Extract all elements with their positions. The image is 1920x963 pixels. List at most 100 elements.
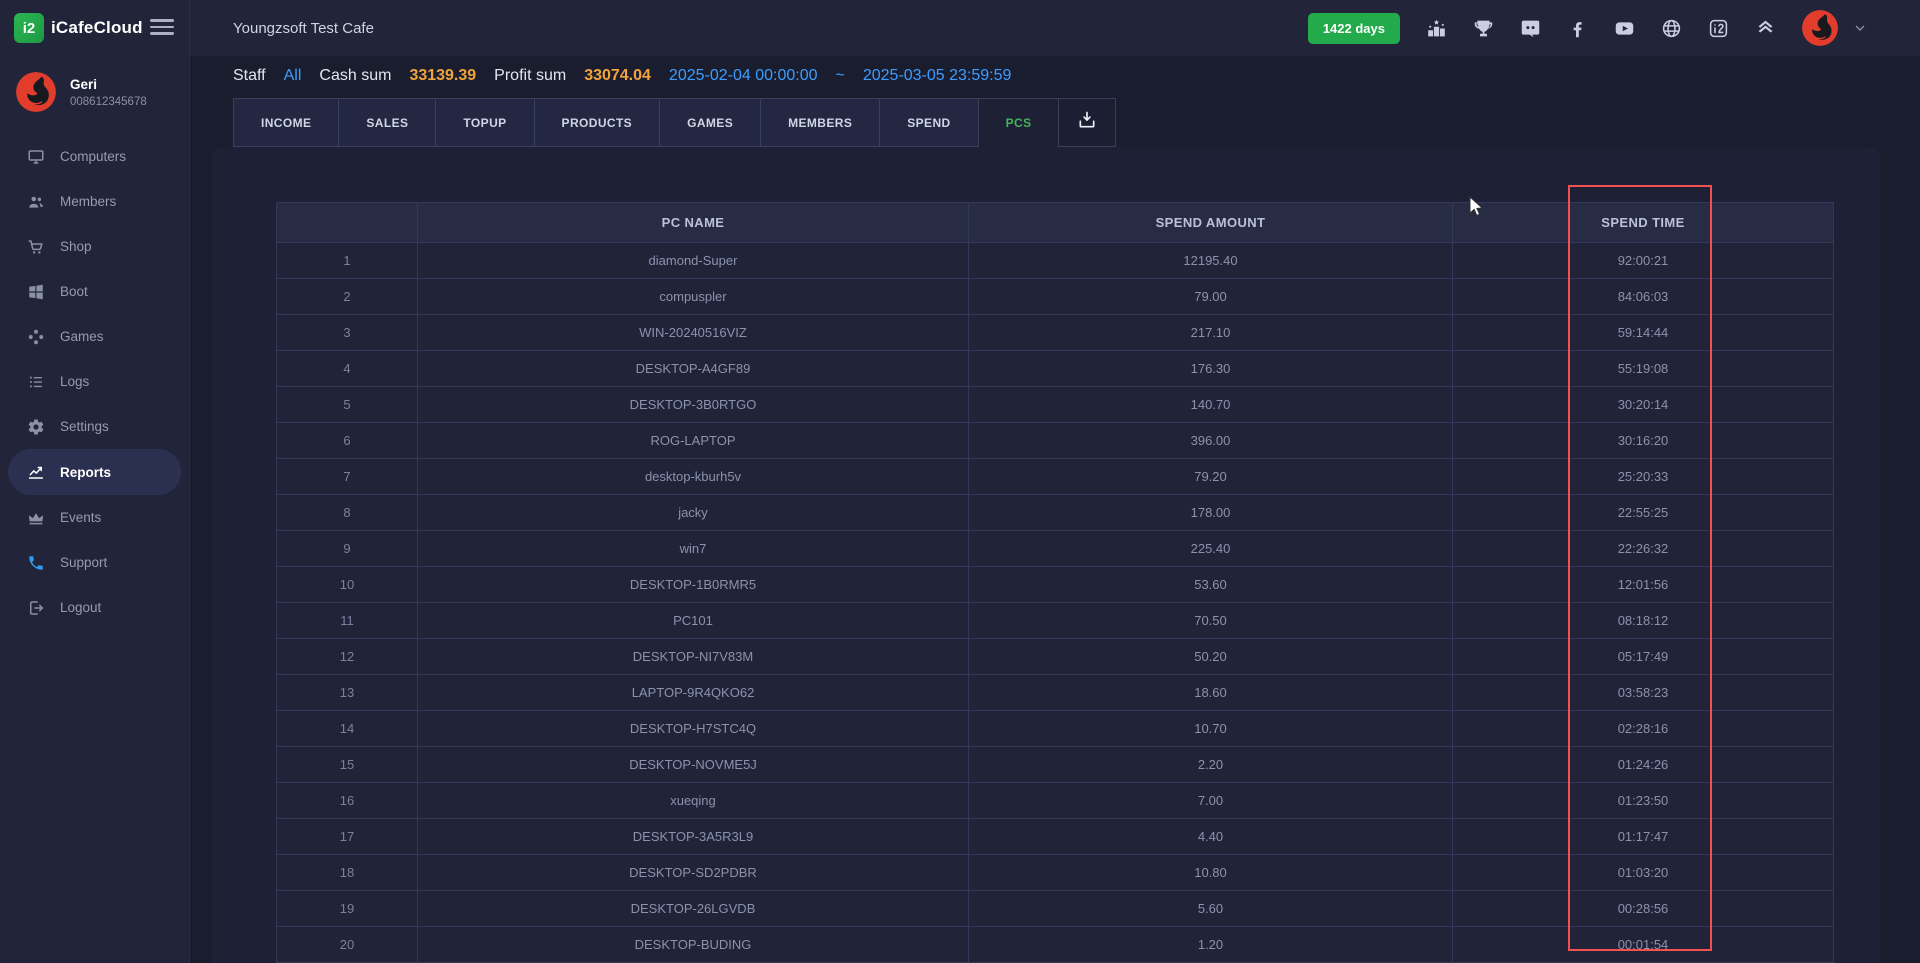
row-index-cell: 17 bbox=[277, 819, 418, 855]
sidebar-item-label: Support bbox=[60, 555, 107, 570]
row-index-cell: 8 bbox=[277, 495, 418, 531]
sidebar-item-label: Settings bbox=[60, 419, 109, 434]
pc-name-cell: DESKTOP-3A5R3L9 bbox=[418, 819, 969, 855]
download-button[interactable] bbox=[1058, 98, 1116, 147]
row-index-cell: 15 bbox=[277, 747, 418, 783]
table-row: 18 DESKTOP-SD2PDBR 10.80 01:03:20 bbox=[277, 855, 1834, 891]
tab-members[interactable]: MEMBERS bbox=[760, 98, 880, 147]
spend-time-cell: 55:19:08 bbox=[1453, 351, 1834, 387]
tab-games[interactable]: GAMES bbox=[659, 98, 761, 147]
spend-amount-cell: 10.70 bbox=[969, 711, 1453, 747]
table-row: 8 jacky 178.00 22:55:25 bbox=[277, 495, 1834, 531]
sidebar-item-shop[interactable]: Shop bbox=[0, 224, 189, 269]
row-index-cell: 18 bbox=[277, 855, 418, 891]
table-row: 11 PC101 70.50 08:18:12 bbox=[277, 603, 1834, 639]
hamburger-menu-icon[interactable] bbox=[150, 19, 174, 39]
sidebar-item-label: Games bbox=[60, 329, 104, 344]
table-header-row: PC NAME SPEND AMOUNT SPEND TIME bbox=[277, 203, 1834, 243]
spend-amount-cell: 4.40 bbox=[969, 819, 1453, 855]
spend-amount-cell: 178.00 bbox=[969, 495, 1453, 531]
table-row: 3 WIN-20240516VIZ 217.10 59:14:44 bbox=[277, 315, 1834, 351]
cash-sum-label: Cash sum bbox=[319, 67, 391, 85]
col-spend-amount: SPEND AMOUNT bbox=[969, 203, 1453, 243]
tab-products[interactable]: PRODUCTS bbox=[534, 98, 661, 147]
table-row: 9 win7 225.40 22:26:32 bbox=[277, 531, 1834, 567]
spend-time-cell: 03:58:23 bbox=[1453, 675, 1834, 711]
col-spend-time: SPEND TIME bbox=[1453, 203, 1834, 243]
spend-amount-cell: 50.20 bbox=[969, 639, 1453, 675]
row-index-cell: 6 bbox=[277, 423, 418, 459]
table-row: 17 DESKTOP-3A5R3L9 4.40 01:17:47 bbox=[277, 819, 1834, 855]
tab-income[interactable]: INCOME bbox=[233, 98, 339, 147]
pc-name-cell: DESKTOP-3B0RTGO bbox=[418, 387, 969, 423]
tab-pcs[interactable]: PCS bbox=[978, 98, 1060, 147]
youngzsoft-icon[interactable] bbox=[1755, 18, 1776, 39]
spend-time-cell: 25:20:33 bbox=[1453, 459, 1834, 495]
spend-time-cell: 12:01:56 bbox=[1453, 567, 1834, 603]
sidebar-item-settings[interactable]: Settings bbox=[0, 404, 189, 449]
globe-icon[interactable] bbox=[1661, 18, 1682, 39]
sidebar-item-support[interactable]: Support bbox=[0, 540, 189, 585]
cart-icon bbox=[27, 238, 45, 256]
sidebar-item-logout[interactable]: Logout bbox=[0, 585, 189, 630]
spend-amount-cell: 140.70 bbox=[969, 387, 1453, 423]
tab-spend[interactable]: SPEND bbox=[879, 98, 978, 147]
user-avatar[interactable] bbox=[1802, 10, 1838, 46]
cash-sum-value: 33139.39 bbox=[409, 67, 476, 85]
days-badge-button[interactable]: 1422 days bbox=[1308, 13, 1400, 44]
sidebar-item-label: Reports bbox=[60, 465, 111, 480]
chart-icon bbox=[27, 463, 45, 481]
pc-name-cell: DESKTOP-NI7V83M bbox=[418, 639, 969, 675]
brand-logo-icon: i2 bbox=[14, 13, 44, 43]
date-from[interactable]: 2025-02-04 00:00:00 bbox=[669, 67, 818, 85]
row-index-cell: 11 bbox=[277, 603, 418, 639]
sidebar-item-boot[interactable]: Boot bbox=[0, 269, 189, 314]
pc-name-cell: PC101 bbox=[418, 603, 969, 639]
sidebar-avatar[interactable] bbox=[16, 72, 56, 112]
row-index-cell: 13 bbox=[277, 675, 418, 711]
brand-area: i2 iCafeCloud bbox=[0, 0, 190, 56]
pc-name-cell: LAPTOP-9R4QKO62 bbox=[418, 675, 969, 711]
sidebar-user-block: Geri 008612345678 bbox=[0, 56, 189, 134]
discord-icon[interactable] bbox=[1520, 18, 1541, 39]
pc-name-cell: WIN-20240516VIZ bbox=[418, 315, 969, 351]
profit-sum-value: 33074.04 bbox=[584, 67, 651, 85]
spend-time-cell: 59:14:44 bbox=[1453, 315, 1834, 351]
table-row: 1 diamond-Super 12195.40 92:00:21 bbox=[277, 243, 1834, 279]
spend-amount-cell: 5.60 bbox=[969, 891, 1453, 927]
trophy-icon[interactable] bbox=[1473, 18, 1494, 39]
pc-name-cell: DESKTOP-SD2PDBR bbox=[418, 855, 969, 891]
row-index-cell: 19 bbox=[277, 891, 418, 927]
sidebar-item-label: Members bbox=[60, 194, 116, 209]
tab-topup[interactable]: TOPUP bbox=[435, 98, 534, 147]
sidebar-item-events[interactable]: Events bbox=[0, 495, 189, 540]
pc-name-cell: DESKTOP-BUDING bbox=[418, 927, 969, 963]
youtube-icon[interactable] bbox=[1614, 18, 1635, 39]
spend-amount-cell: 53.60 bbox=[969, 567, 1453, 603]
sidebar-item-games[interactable]: Games bbox=[0, 314, 189, 359]
sidebar-item-label: Events bbox=[60, 510, 101, 525]
icafecloud-icon[interactable] bbox=[1708, 18, 1729, 39]
table-row: 2 compuspler 79.00 84:06:03 bbox=[277, 279, 1834, 315]
staff-filter-value[interactable]: All bbox=[284, 67, 302, 85]
tab-sales[interactable]: SALES bbox=[338, 98, 436, 147]
chevron-down-icon[interactable] bbox=[1852, 20, 1868, 36]
facebook-icon[interactable] bbox=[1567, 18, 1588, 39]
row-index-cell: 7 bbox=[277, 459, 418, 495]
report-panel: PC NAME SPEND AMOUNT SPEND TIME 1 diamon… bbox=[212, 147, 1880, 963]
sidebar-item-reports[interactable]: Reports bbox=[8, 449, 181, 495]
col-pc-name: PC NAME bbox=[418, 203, 969, 243]
pc-name-cell: DESKTOP-A4GF89 bbox=[418, 351, 969, 387]
date-to[interactable]: 2025-03-05 23:59:59 bbox=[863, 67, 1012, 85]
row-index-cell: 20 bbox=[277, 927, 418, 963]
spend-time-cell: 01:17:47 bbox=[1453, 819, 1834, 855]
table-row: 5 DESKTOP-3B0RTGO 140.70 30:20:14 bbox=[277, 387, 1834, 423]
ranking-icon[interactable] bbox=[1426, 18, 1447, 39]
sidebar-item-computers[interactable]: Computers bbox=[0, 134, 189, 179]
sidebar-item-members[interactable]: Members bbox=[0, 179, 189, 224]
spend-amount-cell: 1.20 bbox=[969, 927, 1453, 963]
spend-amount-cell: 10.80 bbox=[969, 855, 1453, 891]
pc-name-cell: DESKTOP-26LGVDB bbox=[418, 891, 969, 927]
sidebar-item-logs[interactable]: Logs bbox=[0, 359, 189, 404]
table-row: 12 DESKTOP-NI7V83M 50.20 05:17:49 bbox=[277, 639, 1834, 675]
